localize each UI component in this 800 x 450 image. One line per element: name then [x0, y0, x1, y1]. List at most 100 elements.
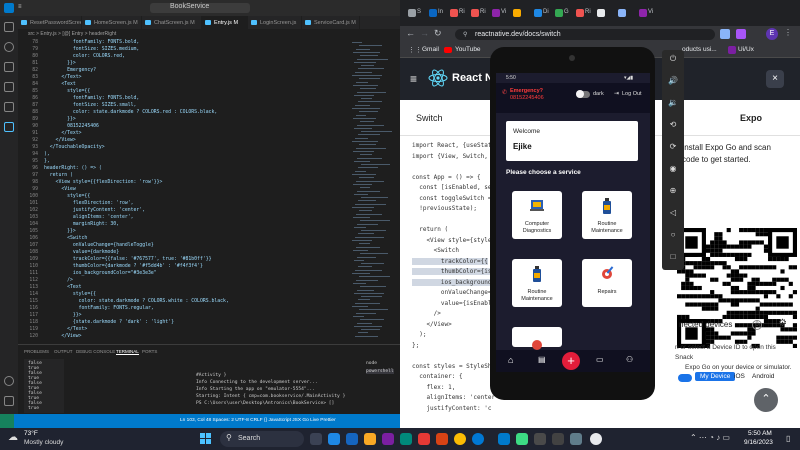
more-menu-icon[interactable]: ⋮	[784, 28, 792, 37]
snack-code-line[interactable]: const toggleSwitch =	[412, 195, 491, 202]
remote-icon[interactable]	[4, 122, 14, 132]
back-icon[interactable]: ◁	[668, 208, 678, 218]
snack-code-line[interactable]: value={isEnabl	[412, 300, 492, 307]
code-line[interactable]: style={{	[44, 292, 96, 297]
url-text[interactable]: reactnative.dev/docs/switch	[475, 31, 561, 38]
snack-code-line[interactable]: import {View, Switch, S	[412, 153, 495, 160]
search-icon[interactable]	[4, 42, 14, 52]
android-studio-icon[interactable]	[516, 433, 528, 445]
tab-chat-screen[interactable]: ChatScreen.js M	[142, 16, 202, 29]
browser-tab[interactable]: G	[553, 6, 571, 20]
clock-date[interactable]: 9/16/2023	[744, 439, 773, 446]
site-info-icon[interactable]: ⚲	[463, 31, 467, 38]
code-line[interactable]: headerRight: () => (	[44, 166, 102, 171]
panel-tab-ports[interactable]: PORTS	[142, 349, 157, 354]
hamburger-menu-icon[interactable]: ≡	[410, 72, 417, 86]
snack-code-line[interactable]: <Switch	[412, 247, 459, 254]
snack-code-line[interactable]: flex: 1,	[412, 384, 455, 391]
logout-label[interactable]: Log Out	[622, 91, 642, 97]
snack-code-line[interactable]: justifyContent: 'c	[412, 405, 491, 412]
panel-tab-problems[interactable]: PROBLEMS	[24, 349, 49, 354]
settings-gear-icon[interactable]	[4, 396, 14, 406]
tab-my-device[interactable]: My Device	[695, 372, 736, 381]
browser-tab[interactable]: Vi	[490, 6, 508, 20]
code-line[interactable]: <Text	[44, 285, 81, 290]
volume-up-icon[interactable]: 🔊	[668, 76, 678, 86]
photos-icon[interactable]	[400, 433, 412, 445]
terminal-list-powershell[interactable]: powershell	[366, 369, 394, 374]
reload-icon[interactable]: ↻	[434, 28, 442, 39]
service-card-partial[interactable]	[512, 327, 562, 350]
bookmark-youtube[interactable]: YouTube	[455, 46, 481, 53]
device-toggle[interactable]	[678, 374, 692, 382]
app-circle-icon[interactable]	[590, 433, 602, 445]
explorer-icon[interactable]	[4, 22, 14, 32]
code-line[interactable]: {state.darkmode ? 'dark' : 'light'}	[44, 320, 174, 325]
snack-code-line[interactable]: trackColor={{	[412, 257, 488, 265]
snack-code-line[interactable]: import React, {useState	[412, 142, 495, 149]
dark-mode-switch[interactable]	[576, 90, 590, 98]
service-card-repairs[interactable]: Repairs	[582, 259, 632, 307]
code-line[interactable]: </TouchableOpacity>	[44, 145, 105, 150]
scroll-top-button[interactable]: ⌃	[754, 388, 778, 412]
code-line[interactable]: }}>	[44, 61, 76, 66]
remote-indicator-icon[interactable]	[0, 414, 14, 428]
code-line[interactable]: </View>	[44, 138, 76, 143]
snack-code-line[interactable]: ios_background	[412, 278, 492, 286]
snack-code-line[interactable]: );	[412, 331, 426, 338]
code-line[interactable]: </Text>	[44, 75, 81, 80]
bookings-icon[interactable]: ▤	[538, 355, 546, 364]
panel-tab-output[interactable]: OUTPUT	[54, 349, 73, 354]
office-icon[interactable]	[436, 433, 448, 445]
snack-code-line[interactable]: alignItems: 'center	[412, 394, 495, 401]
add-booking-button[interactable]: +	[562, 352, 580, 370]
code-line[interactable]: ios_backgroundColor="#3e3e3e"	[44, 271, 157, 276]
run-debug-icon[interactable]	[4, 82, 14, 92]
emergency-phone[interactable]: 08152245406	[510, 95, 544, 101]
home-circle-icon[interactable]: ○	[668, 230, 678, 240]
code-line[interactable]: alignItems: 'center',	[44, 215, 134, 220]
browser-tab[interactable]	[595, 6, 613, 20]
app-gray-icon[interactable]	[570, 433, 582, 445]
code-line[interactable]: style={{	[44, 194, 90, 199]
rotate-left-icon[interactable]: ⟲	[668, 120, 678, 130]
zoom-icon[interactable]: ⊕	[668, 186, 678, 196]
tab-reset-password[interactable]: ResetPasswordScreen.js M	[18, 16, 82, 29]
service-card-routine-maintenance-2[interactable]: Routine Maintenance	[512, 259, 562, 307]
code-line[interactable]: },	[44, 159, 50, 164]
code-line[interactable]: fontSize: SIZES.small,	[44, 103, 137, 108]
emulator-screen[interactable]: 5:50 ▾◢▮ ✆ Emergency? 08152245406 dark ⇥…	[496, 73, 650, 372]
status-text[interactable]: Ln 103, Col 48 Spaces: 2 UTF-8 CRLF {} J…	[180, 418, 336, 423]
snack-code-line[interactable]: <View style={style	[412, 237, 491, 244]
browser-tab[interactable]: Vi	[637, 6, 655, 20]
snack-code-line[interactable]: onValueChange=	[412, 289, 492, 296]
extension-icon[interactable]	[720, 29, 730, 39]
browser-tab[interactable]: In	[427, 6, 445, 20]
snack-code-line[interactable]: const App = () => {	[412, 174, 481, 181]
code-line[interactable]: justifyContent: 'center',	[44, 208, 145, 213]
back-arrow-icon[interactable]: ←	[406, 28, 415, 38]
task-view-icon[interactable]	[310, 433, 322, 445]
bookmark-uiux[interactable]: Ui/Ux	[738, 46, 754, 53]
browser-tab[interactable]: Ri	[448, 6, 466, 20]
tab-android[interactable]: Android	[752, 373, 774, 380]
file-explorer-icon[interactable]	[364, 433, 376, 445]
code-line[interactable]: Emergency?	[44, 68, 96, 73]
teams-icon[interactable]	[328, 433, 340, 445]
react-logo-icon[interactable]	[428, 68, 448, 88]
weather-temp[interactable]: 73°F	[24, 430, 38, 437]
code-line[interactable]: }}>	[44, 313, 82, 318]
profile-avatar[interactable]: E	[766, 28, 778, 40]
snack-code-line[interactable]: const [isEnabled, set	[412, 184, 495, 191]
weather-text[interactable]: Mostly cloudy	[24, 439, 63, 446]
overview-icon[interactable]: □	[668, 252, 678, 262]
code-line[interactable]: <Text	[44, 82, 75, 87]
code-editor[interactable]: 78 fontFamily: FONTS.bold, 79 fontSize: S…	[18, 38, 348, 344]
code-line[interactable]: }}>	[44, 229, 76, 234]
terminal-list-node[interactable]: node	[366, 361, 377, 366]
code-line[interactable]: value={darkmode}	[44, 250, 119, 255]
code-line[interactable]: fontFamily: FONTS.bold,	[44, 96, 139, 101]
code-line[interactable]: 08152245406	[44, 124, 99, 129]
extension-purple-icon[interactable]	[736, 29, 746, 39]
code-line[interactable]: onValueChange={handleToggle}	[44, 243, 154, 248]
